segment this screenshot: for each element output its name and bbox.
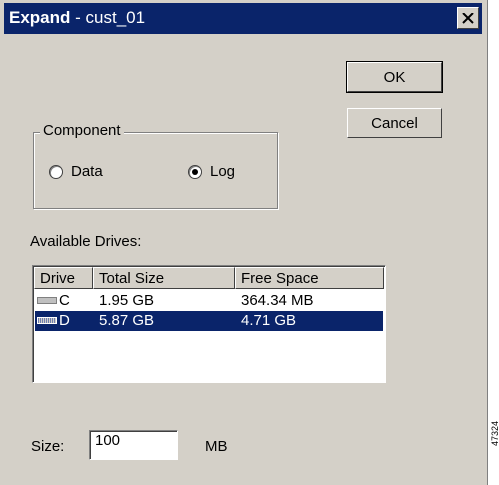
window-title: Expand - cust_01 (9, 8, 146, 27)
cancel-button[interactable]: Cancel (347, 108, 442, 138)
radio-data[interactable]: Data (49, 163, 103, 180)
drive-free-space: 4.71 GB (241, 312, 297, 329)
component-groupbox: Component Data Log (33, 122, 278, 209)
expand-dialog: Expand - cust_01 OK Cancel Component Dat… (0, 0, 488, 485)
drive-total-size: 5.87 GB (99, 312, 155, 329)
radio-selected-dot (192, 168, 198, 175)
radio-log[interactable]: Log (188, 163, 235, 180)
title-bar[interactable]: Expand - cust_01 (4, 3, 482, 34)
component-legend: Component (40, 122, 124, 139)
close-icon (462, 12, 474, 24)
column-header-total-size[interactable]: Total Size (93, 267, 235, 289)
drive-total-size: 1.95 GB (99, 292, 155, 309)
column-header-free-space[interactable]: Free Space (235, 267, 384, 289)
drive-free-space: 364.34 MB (241, 292, 314, 309)
drive-letter: D (59, 312, 70, 329)
drives-list[interactable]: Drive Total Size Free Space C 1.95 GB 36… (32, 265, 386, 383)
ok-button[interactable]: OK (346, 61, 443, 93)
available-drives-label: Available Drives: (30, 233, 142, 250)
drive-row-d[interactable]: D 5.87 GB 4.71 GB (35, 311, 383, 331)
radio-data-label: Data (71, 163, 103, 180)
size-label: Size: (31, 438, 65, 455)
column-header-drive[interactable]: Drive (34, 267, 93, 289)
drive-letter: C (59, 292, 70, 309)
figure-number: 47324 (490, 420, 499, 446)
radio-data-circle[interactable] (49, 164, 63, 179)
size-input[interactable]: 100 (89, 430, 178, 460)
drive-icon (37, 317, 57, 324)
close-button[interactable] (457, 7, 479, 29)
radio-log-label: Log (210, 163, 236, 180)
radio-log-circle[interactable] (188, 164, 202, 179)
drive-row-c[interactable]: C 1.95 GB 364.34 MB (35, 291, 383, 311)
drive-icon (37, 297, 57, 304)
size-unit: MB (205, 438, 228, 455)
